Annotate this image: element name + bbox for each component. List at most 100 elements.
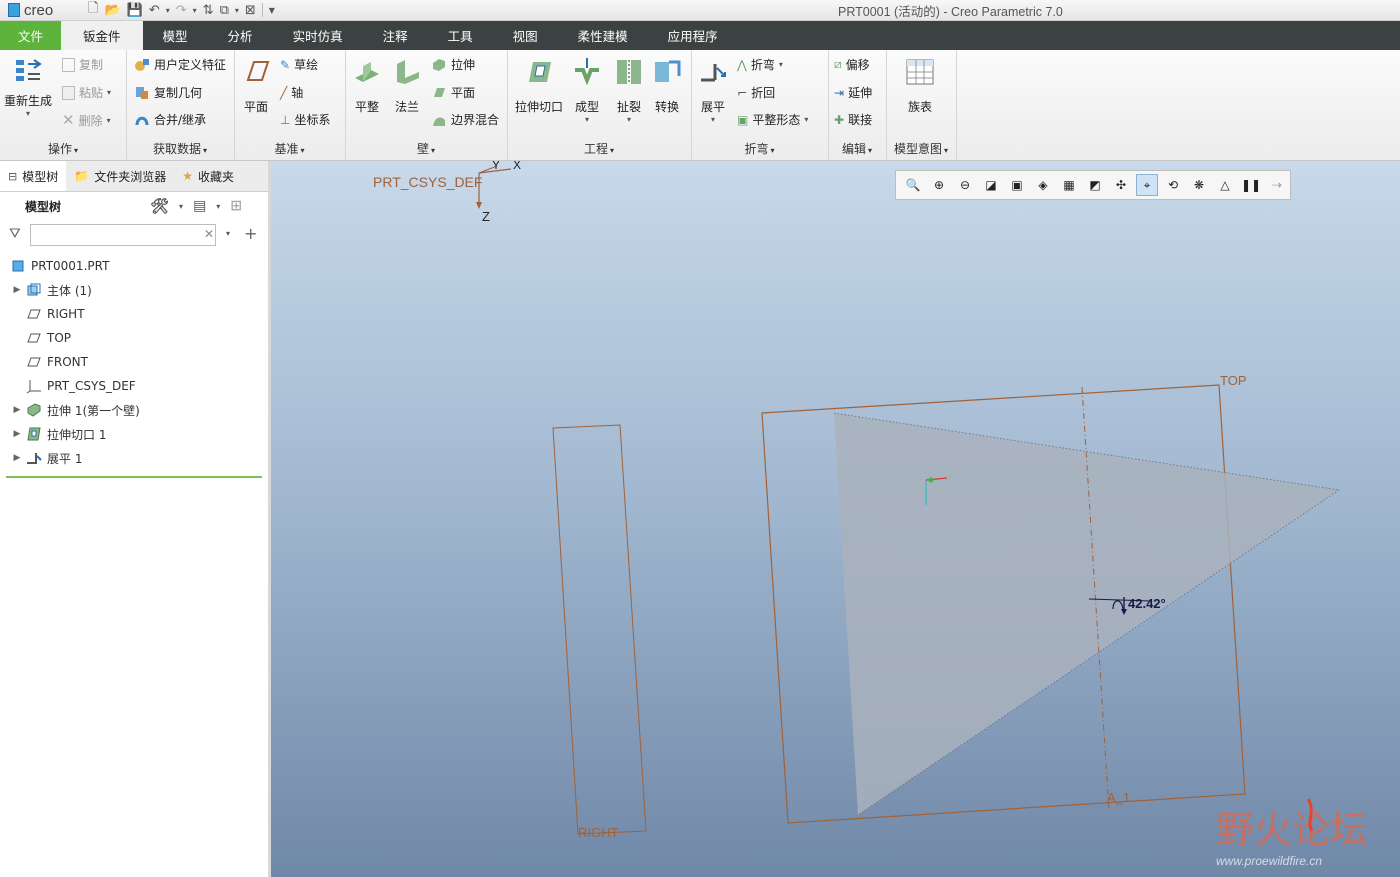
tree-show-icon[interactable]: ▤ <box>193 198 206 214</box>
tree-insert-indicator[interactable] <box>6 476 262 478</box>
filter-dropdown-icon[interactable]: ▾ <box>226 229 230 238</box>
tab-model-tree[interactable]: ⊟ 模型树 <box>0 161 67 191</box>
tab-model[interactable]: 模型 <box>143 21 208 50</box>
zoom-out-icon[interactable]: ⊖ <box>954 174 976 196</box>
datum-plane-button[interactable]: 平面 <box>240 56 272 115</box>
udf-button[interactable]: 用户定义特征 <box>134 56 226 73</box>
rip-dropdown-icon[interactable]: ▾ <box>627 115 631 124</box>
tree-item-part[interactable]: PRT0001.PRT <box>0 255 109 277</box>
view-manager-icon[interactable]: ▦ <box>1058 174 1080 196</box>
copy-button[interactable]: 复制 <box>62 56 103 73</box>
saved-orientations-icon[interactable]: ◈ <box>1032 174 1054 196</box>
customize-qat-icon[interactable]: ▼ <box>269 6 275 15</box>
perspective-icon[interactable]: ◩ <box>1084 174 1106 196</box>
delete-button[interactable]: ✕ 删除 ▾ <box>62 111 111 129</box>
tab-folder-browser[interactable]: 📁 文件夹浏览器 <box>66 161 174 191</box>
zoom-in-icon[interactable]: ⊕ <box>928 174 950 196</box>
extrude-cut-button[interactable]: 拉伸切口 <box>515 56 563 115</box>
group-model-intent-label[interactable]: 模型意图 ▾ <box>886 140 956 157</box>
tree-search-icon[interactable]: ⊞ <box>230 198 242 214</box>
clear-filter-icon[interactable]: ✕ <box>204 227 214 241</box>
tab-view[interactable]: 视图 <box>493 21 558 50</box>
add-filter-icon[interactable]: + <box>244 224 257 243</box>
unbend-dropdown-icon[interactable]: ▾ <box>711 115 715 124</box>
flat-state-dropdown-icon[interactable]: ▾ <box>804 115 808 124</box>
group-get-data-label[interactable]: 获取数据 ▾ <box>126 140 234 157</box>
sheetmetal-part[interactable] <box>833 412 1340 816</box>
family-table-button[interactable]: 族表 <box>904 56 936 115</box>
save-icon[interactable]: 💾 <box>127 3 143 18</box>
csys-button[interactable]: ⊥ 坐标系 <box>280 111 330 128</box>
rip-button[interactable]: 扯裂 ▾ <box>613 56 645 124</box>
copy-geometry-button[interactable]: 复制几何 <box>134 84 202 101</box>
tab-favorites[interactable]: ★ 收藏夹 <box>174 161 242 191</box>
repaint-icon[interactable]: ◪ <box>980 174 1002 196</box>
offset-button[interactable]: ⧄ 偏移 <box>834 56 870 73</box>
regenerate-small-icon[interactable]: ⇅ <box>203 3 214 18</box>
group-engineering-label[interactable]: 工程 ▾ <box>507 140 691 157</box>
extrude-wall-button[interactable]: 拉伸 <box>431 56 475 73</box>
flange-button[interactable]: 法兰 <box>391 56 423 115</box>
filter-icon[interactable]: ⛛ <box>9 226 21 242</box>
tree-item-front[interactable]: FRONT <box>0 351 88 373</box>
csys-triad[interactable]: PRT_CSYS_DEF Z Y X <box>373 161 521 224</box>
display-style-icon[interactable]: ▣ <box>1006 174 1028 196</box>
datum-display-icon[interactable]: ✣ <box>1110 174 1132 196</box>
tree-item-right[interactable]: RIGHT <box>0 303 85 325</box>
graphics-window[interactable]: PRT_CSYS_DEF Z Y X RIGHT TOP A_1 42.42° … <box>271 161 1400 877</box>
group-datum-label[interactable]: 基准 ▾ <box>234 140 345 157</box>
datum-plane-right[interactable]: RIGHT <box>552 424 647 840</box>
windows-dropdown-icon[interactable]: ▾ <box>235 6 239 15</box>
regenerate-dropdown-icon[interactable]: ▾ <box>26 109 30 118</box>
expand-icon[interactable]: ▶ <box>10 405 24 415</box>
spin-center-toggle-icon[interactable]: ⟲ <box>1162 174 1184 196</box>
bend-dropdown-icon[interactable]: ▾ <box>779 60 783 69</box>
flat-wall-button[interactable]: 平整 <box>351 56 383 115</box>
bend-back-button[interactable]: ⌐ 折回 <box>737 84 775 101</box>
tab-live-simulation[interactable]: 实时仿真 <box>273 21 363 50</box>
paste-button[interactable]: 粘贴 ▾ <box>62 84 111 101</box>
tree-item-csys[interactable]: PRT_CSYS_DEF <box>0 375 136 397</box>
tree-settings-icon[interactable]: 🛠 <box>150 197 169 215</box>
tree-show-dropdown-icon[interactable]: ▾ <box>216 202 220 211</box>
section-icon[interactable]: △ <box>1214 174 1236 196</box>
appearance-gallery-icon[interactable]: ❋ <box>1188 174 1210 196</box>
expand-icon[interactable]: ▶ <box>10 285 24 295</box>
refit-icon[interactable]: 🔍 <box>902 174 924 196</box>
open-folder-icon[interactable]: 📂 <box>104 3 120 18</box>
bend-button[interactable]: ⋀ 折弯 ▾ <box>737 56 783 73</box>
tree-settings-dropdown-icon[interactable]: ▾ <box>179 202 183 211</box>
undo-icon[interactable]: ↶ <box>149 3 160 18</box>
flat-state-button[interactable]: ▣ 平整形态 ▾ <box>737 111 808 128</box>
expand-icon[interactable]: ▶ <box>10 429 24 439</box>
boundary-blend-button[interactable]: 边界混合 <box>431 111 499 128</box>
group-bend-label[interactable]: 折弯 ▾ <box>691 140 828 157</box>
close-window-icon[interactable]: ⊠ <box>245 3 256 18</box>
expand-icon[interactable]: ▶ <box>10 453 24 463</box>
join-button[interactable]: ✚ 联接 <box>834 111 872 128</box>
tab-analysis[interactable]: 分析 <box>208 21 273 50</box>
tree-item-extrude-wall[interactable]: ▶ 拉伸 1(第一个壁) <box>0 399 140 421</box>
extend-button[interactable]: ⇥ 延伸 <box>834 84 872 101</box>
more-options-icon[interactable]: ⇢ <box>1266 174 1288 196</box>
tab-sheetmetal[interactable]: 钣金件 <box>61 21 143 50</box>
sketch-button[interactable]: ✎ 草绘 <box>280 56 318 73</box>
windows-icon[interactable]: ⧉ <box>220 3 229 18</box>
new-file-icon[interactable]: 🗋 <box>88 0 98 21</box>
convert-button[interactable]: 转换 <box>651 56 683 115</box>
group-wall-label[interactable]: 壁 ▾ <box>345 140 507 157</box>
undo-dropdown-icon[interactable]: ▾ <box>166 6 170 15</box>
redo-icon[interactable]: ↷ <box>176 3 187 18</box>
annotation-display-icon[interactable]: ⌖ <box>1136 174 1158 196</box>
tree-item-body[interactable]: ▶ 主体 (1) <box>0 279 92 301</box>
merge-inherit-button[interactable]: 合并/继承 <box>134 111 206 128</box>
group-operations-label[interactable]: 操作 ▾ <box>0 140 126 157</box>
tab-annotate[interactable]: 注释 <box>363 21 428 50</box>
tree-filter-input[interactable] <box>30 224 216 246</box>
redo-dropdown-icon[interactable]: ▾ <box>193 6 197 15</box>
form-dropdown-icon[interactable]: ▾ <box>585 115 589 124</box>
tree-item-extrude-cut[interactable]: ▶ 拉伸切口 1 <box>0 423 106 445</box>
group-edit-label[interactable]: 编辑 ▾ <box>828 140 886 157</box>
unbend-button[interactable]: 展平 ▾ <box>697 56 729 124</box>
tree-item-unbend[interactable]: ▶ 展平 1 <box>0 447 83 469</box>
